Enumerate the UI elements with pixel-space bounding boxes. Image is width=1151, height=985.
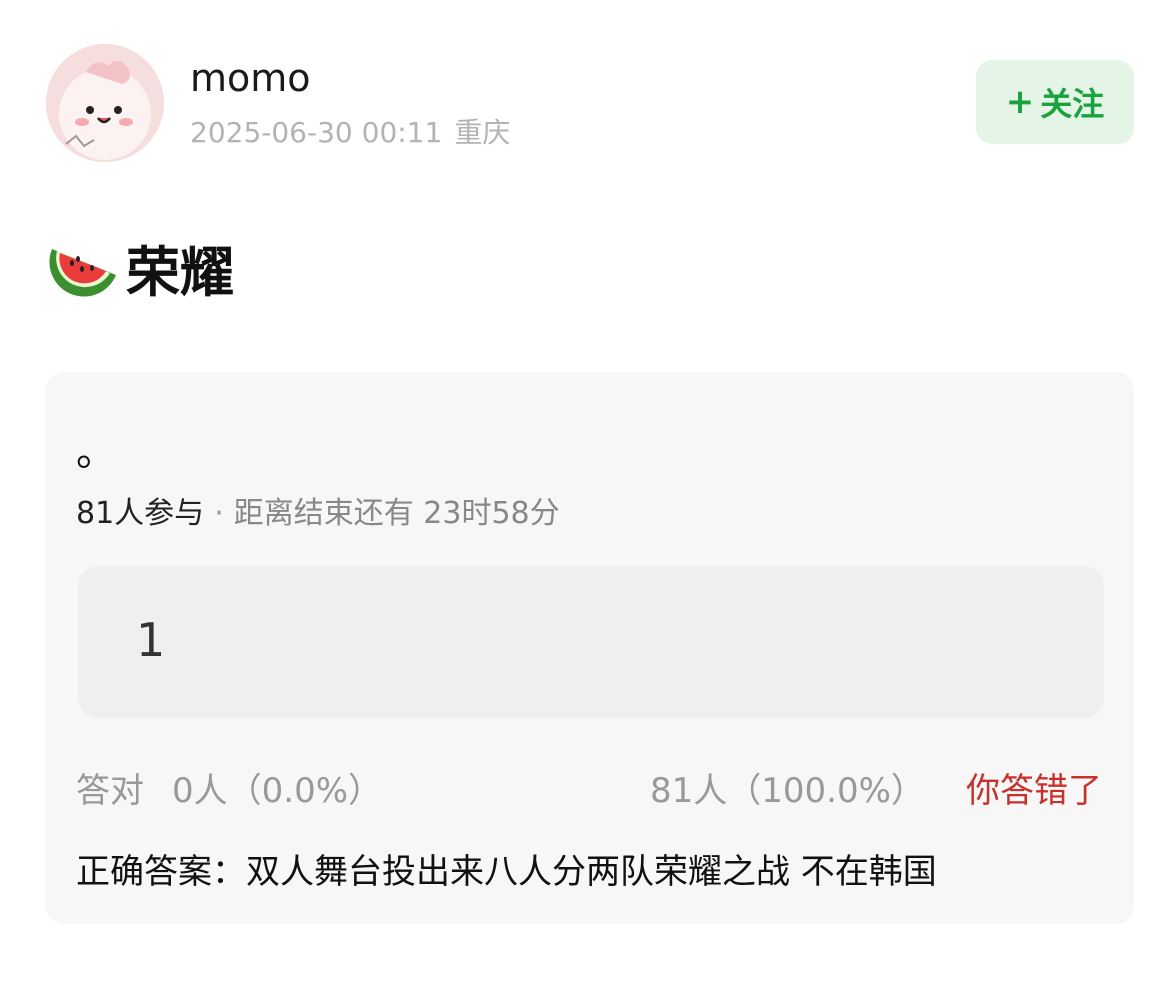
participant-count: 81人参与 [76,496,205,531]
post-date: 2025-06-30 00:11 [190,116,443,149]
plus-icon: + [1005,82,1035,122]
answer-option[interactable]: 1 [78,566,1104,718]
answer-option-value: 1 [136,613,166,667]
wrong-count: 81人（100.0%） [650,771,925,811]
result-row: 答对 0人（0.0%） 81人（100.0%） 你答错了 [76,770,1102,812]
quiz-card: 。 81人参与 · 距离结束还有 23时58分 1 答对 0人（0.0%） 81人（… [46,372,1134,924]
stats-separator: · [214,496,224,531]
avatar[interactable] [46,44,164,162]
correct-count: 0人（0.0%） [172,771,383,811]
time-remaining: 距离结束还有 23时58分 [233,496,560,531]
follow-button[interactable]: + 关注 [976,60,1134,144]
cartoon-face-avatar-icon [46,44,164,162]
correct-answer: 正确答案：双人舞台投出来八人分两队荣耀之战 不在韩国 [76,852,937,892]
quiz-stats: 81人参与 · 距离结束还有 23时58分 [76,494,560,534]
correct-label: 答对 [76,771,144,811]
post-title-text: 荣耀 [126,240,234,304]
post-location: 重庆 [454,116,511,149]
post-meta: 2025-06-30 00:11 重庆 [190,116,510,150]
author-name[interactable]: momo [190,56,311,100]
post-title: 荣耀 [48,232,234,304]
wrong-answer-label: 你答错了 [966,771,1102,811]
quiz-question: 。 [76,429,116,475]
watermelon-icon [49,249,116,297]
follow-button-label: 关注 [1040,85,1105,123]
